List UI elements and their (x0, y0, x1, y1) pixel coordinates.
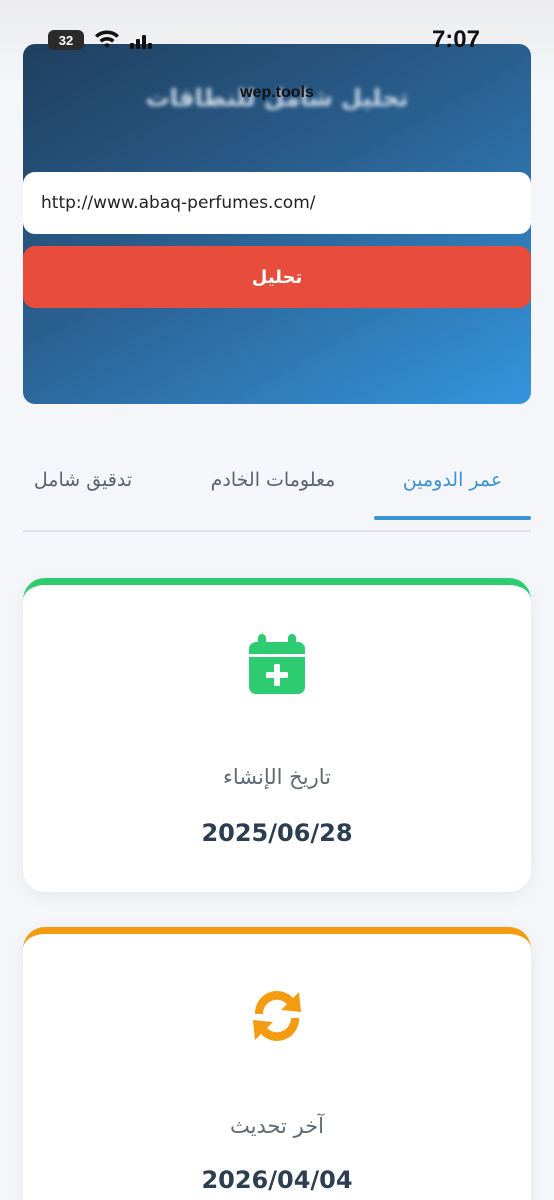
tab-domain-age[interactable]: عمر الدومين (374, 440, 531, 520)
status-time: 7:07 (431, 26, 480, 53)
status-icons: 32 (48, 30, 154, 50)
watermark: wep.tools (240, 84, 314, 101)
creation-date-card: تاريخ الإنشاء 2025/06/28 (23, 578, 531, 892)
battery-level: 32 (58, 32, 74, 48)
signal-icon (130, 35, 152, 49)
last-update-value: 2026/04/04 (201, 1166, 353, 1194)
tab-full-audit[interactable]: تدقيق شامل (23, 440, 143, 520)
last-update-label: آخر تحديث (230, 1114, 324, 1138)
page: 32 7:07 تحليل شامل للنطاقات تحليل wep.to… (0, 0, 554, 1200)
analyze-button[interactable]: تحليل (23, 246, 531, 308)
battery-icon: 32 (48, 30, 84, 50)
sync-icon (253, 991, 301, 1041)
last-update-card: آخر تحديث 2026/04/04 (23, 927, 531, 1200)
calendar-plus-icon (249, 634, 305, 694)
url-input[interactable] (23, 172, 531, 234)
tab-server-info[interactable]: معلومات الخادم (183, 440, 363, 520)
tab-active-indicator (374, 516, 531, 520)
tab-bar: عمر الدومين معلومات الخادم تدقيق شامل (23, 440, 531, 532)
creation-date-label: تاريخ الإنشاء (223, 765, 331, 789)
wifi-icon (95, 30, 119, 48)
creation-date-value: 2025/06/28 (201, 819, 353, 847)
